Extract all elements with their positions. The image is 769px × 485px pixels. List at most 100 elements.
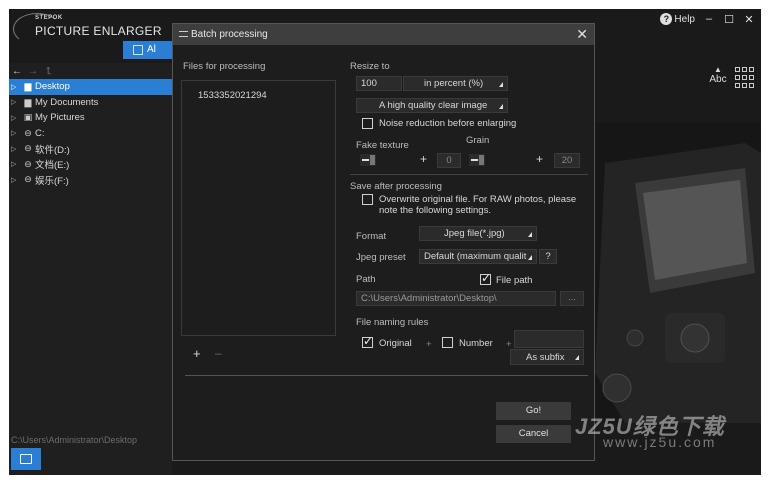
folder-tree: ▷ ▆ Desktop ▷ ▆ My Documents ▷ ▣ My Pictures ▷ ⊖ C:… (9, 79, 172, 188)
number-checkbox[interactable] (442, 337, 453, 348)
jpeg-preset-dropdown[interactable]: Default (maximum qualit (419, 249, 537, 264)
number-label: Number (459, 338, 493, 349)
original-checkbox[interactable] (362, 334, 373, 348)
noise-reduction-checkbox[interactable] (362, 118, 373, 129)
resize-label: Resize to (350, 61, 390, 72)
app-window: STEPOK PICTURE ENLARGER Al ? Help – ☐ ✕ ←… (9, 9, 761, 475)
grain-label: Grain (466, 135, 490, 146)
naming-rules-label: File naming rules (356, 317, 429, 328)
tree-item[interactable]: ▷ ⊖ 娱乐(F:) (9, 172, 172, 188)
cancel-button[interactable]: Cancel (496, 425, 571, 443)
back-arrow-icon[interactable]: ← (11, 66, 23, 77)
path-label: Path (356, 274, 376, 285)
add-file-button[interactable]: + (193, 346, 201, 361)
batch-processing-dialog: Batch processing ✕ Files for processing … (172, 23, 595, 461)
file-path-checkbox[interactable] (480, 271, 491, 285)
drive-icon: ⊖ (24, 143, 32, 154)
abc-label: Abc (709, 74, 727, 85)
help-button[interactable]: ? Help (660, 13, 695, 25)
open-folder-button[interactable] (11, 448, 41, 470)
tree-item[interactable]: ▷ ▣ My Pictures (9, 110, 172, 126)
drive-icon: ⊖ (24, 127, 32, 138)
resize-unit-dropdown[interactable]: in percent (%) (403, 76, 508, 91)
bottom-divider (185, 375, 588, 376)
file-browser-panel: ← → ⮤ ▷ ▆ Desktop ▷ ▆ My Documents ▷ ▣ My Pictur… (9, 63, 172, 475)
nav-bar: ← → ⮤ (9, 63, 172, 79)
tree-item-label: 文档(E:) (35, 160, 70, 172)
grain-plus-button[interactable]: + (536, 152, 543, 166)
format-dropdown[interactable]: Jpeg file(*.jpg) (419, 226, 537, 241)
dialog-close-button[interactable]: ✕ (576, 26, 588, 43)
expand-arrow-icon[interactable]: ▷ (11, 114, 21, 122)
resize-value-input[interactable]: 100 (356, 76, 402, 91)
remove-file-button[interactable]: – (215, 346, 222, 360)
file-path-label: File path (496, 275, 533, 286)
overwrite-checkbox[interactable] (362, 194, 373, 205)
overwrite-label: Overwrite original file. For RAW photos,… (379, 194, 577, 216)
left-mode-tab-label: Al (147, 44, 156, 55)
fake-texture-label: Fake texture (356, 140, 409, 151)
tree-item[interactable]: ▷ ⊖ 软件(D:) (9, 141, 172, 157)
dialog-menu-icon (179, 31, 188, 37)
watermark-url: www.jz5u.com (603, 434, 717, 450)
suffix-mode-dropdown[interactable]: As subfix (510, 349, 584, 365)
tree-item-label: Desktop (35, 81, 70, 93)
logo-brand: STEPOK (35, 15, 63, 21)
folder-icon: ▆ (24, 96, 32, 107)
expand-arrow-icon[interactable]: ▷ (11, 83, 21, 91)
format-label: Format (356, 231, 387, 242)
pictures-icon: ▣ (23, 112, 33, 123)
expand-arrow-icon[interactable]: ▷ (11, 176, 21, 184)
section-divider (350, 174, 588, 175)
fake-texture-value[interactable]: 0 (437, 153, 461, 168)
file-item[interactable]: 1533352021294 (198, 90, 267, 101)
tree-item-label: 软件(D:) (35, 144, 70, 156)
original-label: Original (379, 338, 412, 349)
help-icon: ? (660, 13, 673, 25)
grain-value[interactable]: 20 (554, 153, 580, 168)
status-path: C:\Users\Administrator\Desktop (11, 435, 138, 445)
expand-arrow-icon[interactable]: ▷ (11, 145, 21, 153)
go-button[interactable]: Go! (496, 402, 571, 420)
window-controls: ? Help – ☐ ✕ (660, 11, 755, 27)
dialog-title-bar: Batch processing (173, 24, 594, 45)
tree-item[interactable]: ▷ ▆ My Documents (9, 95, 172, 111)
camera-image (595, 123, 761, 423)
folder-icon: ▆ (24, 81, 32, 92)
forward-arrow-icon[interactable]: → (27, 66, 39, 77)
quality-dropdown[interactable]: A high quality clear image (356, 98, 508, 113)
jpeg-preset-label: Jpeg preset (356, 252, 406, 263)
drive-icon: ⊖ (24, 158, 32, 169)
path-browse-button[interactable]: ... (560, 291, 584, 306)
files-label: Files for processing (183, 61, 266, 72)
tree-item-label: 娱乐(F:) (35, 175, 69, 187)
tree-item[interactable]: ▷ ⊖ C: (9, 126, 172, 142)
minimize-button[interactable]: – (703, 13, 715, 25)
fake-texture-minus-button[interactable] (360, 154, 376, 166)
up-folder-icon[interactable]: ⮤ (43, 66, 55, 77)
expand-arrow-icon[interactable]: ▷ (11, 160, 21, 168)
tree-item-label: My Pictures (35, 112, 85, 124)
fake-texture-plus-button[interactable]: + (420, 152, 427, 166)
files-list[interactable]: 1533352021294 (181, 80, 336, 336)
text-toggle-button[interactable]: ▲ Abc (707, 65, 729, 85)
grain-minus-button[interactable] (469, 154, 485, 166)
path-input[interactable]: C:\Users\Administrator\Desktop\ (356, 291, 556, 306)
expand-arrow-icon[interactable]: ▷ (11, 98, 21, 106)
app-name: PICTURE ENLARGER (35, 24, 162, 38)
grid-view-icon[interactable] (735, 67, 757, 89)
suffix-input[interactable] (514, 330, 584, 348)
tab-icon (133, 45, 143, 55)
tree-item[interactable]: ▷ ⊖ 文档(E:) (9, 157, 172, 173)
jpeg-help-button[interactable]: ? (539, 249, 557, 264)
maximize-button[interactable]: ☐ (723, 13, 735, 26)
plus-separator: + (426, 339, 432, 350)
tree-item-label: C: (35, 127, 45, 139)
folder-icon (20, 454, 32, 464)
dialog-title: Batch processing (191, 29, 268, 40)
tree-item[interactable]: ▷ ▆ Desktop (9, 79, 172, 95)
up-arrow-icon: ▲ (714, 65, 722, 74)
tree-item-label: My Documents (35, 96, 99, 108)
expand-arrow-icon[interactable]: ▷ (11, 129, 21, 137)
close-button[interactable]: ✕ (743, 13, 755, 26)
